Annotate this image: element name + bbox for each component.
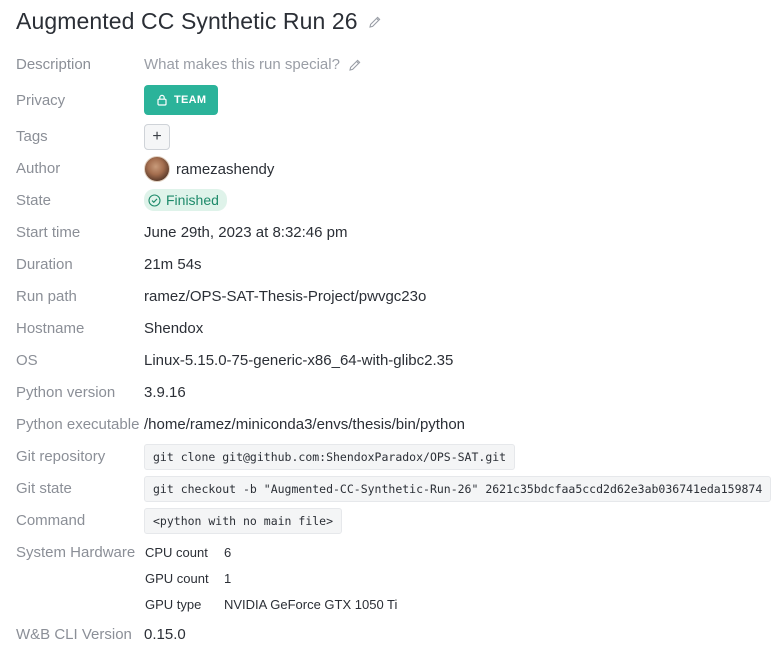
description-field[interactable]: What makes this run special? [144, 56, 362, 73]
git-state-label: Git state [16, 480, 72, 497]
run-path-label: Run path [16, 288, 77, 305]
start-time-label: Start time [16, 224, 81, 241]
os-label: OS [16, 352, 38, 369]
python-executable-value: /home/ramez/miniconda3/envs/thesis/bin/p… [144, 416, 466, 433]
git-repository-value: git clone git@github.com:ShendoxParadox/… [144, 444, 516, 470]
system-hardware-label: System Hardware [16, 544, 136, 561]
state-value: Finished [144, 189, 227, 211]
run-title-row: Augmented CC Synthetic Run 26 [16, 8, 382, 35]
privacy-team-label: TEAM [174, 94, 207, 106]
description-label: Description [16, 56, 92, 73]
duration-label: Duration [16, 256, 73, 273]
python-version-value: 3.9.16 [144, 384, 186, 401]
command-code[interactable]: <python with no main file> [144, 508, 343, 534]
tags-value: + [144, 124, 170, 150]
cpu-count-label: CPU count [145, 545, 208, 560]
wandb-cli-version-value: 0.15.0 [144, 626, 186, 643]
gpu-count-value: 1 [224, 571, 232, 586]
python-version-label: Python version [16, 384, 116, 401]
check-circle-icon [148, 193, 161, 207]
description-placeholder[interactable]: What makes this run special? [144, 56, 340, 73]
duration-value: 21m 54s [144, 256, 202, 273]
git-state-code[interactable]: git checkout -b "Augmented-CC-Synthetic-… [144, 476, 772, 502]
privacy-value: TEAM [144, 85, 219, 115]
privacy-label: Privacy [16, 92, 66, 109]
gpu-type-value: NVIDIA GeForce GTX 1050 Ti [224, 597, 398, 612]
state-text: Finished [166, 192, 219, 208]
git-repository-label: Git repository [16, 448, 106, 465]
wandb-cli-version-label: W&B CLI Version [16, 626, 132, 643]
git-state-value: git checkout -b "Augmented-CC-Synthetic-… [144, 476, 772, 502]
author-value: ramezashendy [144, 156, 274, 182]
os-value: Linux-5.15.0-75-generic-x86_64-with-glib… [144, 352, 454, 369]
python-executable-label: Python executable [16, 416, 140, 433]
run-title: Augmented CC Synthetic Run 26 [16, 8, 358, 34]
start-time-value: June 29th, 2023 at 8:32:46 pm [144, 224, 348, 241]
lock-icon [157, 94, 167, 106]
privacy-team-button[interactable]: TEAM [144, 85, 219, 115]
gpu-type-label: GPU type [145, 597, 202, 612]
author-name[interactable]: ramezashendy [176, 161, 274, 178]
hostname-label: Hostname [16, 320, 85, 337]
status-badge: Finished [144, 189, 227, 211]
git-repository-code[interactable]: git clone git@github.com:ShendoxParadox/… [144, 444, 516, 470]
command-value: <python with no main file> [144, 508, 343, 534]
cpu-count-value: 6 [224, 545, 232, 560]
hostname-value: Shendox [144, 320, 204, 337]
gpu-count-label: GPU count [145, 571, 209, 586]
state-label: State [16, 192, 52, 209]
run-path-value: ramez/OPS-SAT-Thesis-Project/pwvgc23o [144, 288, 427, 305]
pencil-icon[interactable] [348, 58, 362, 72]
add-tag-button[interactable]: + [144, 124, 170, 150]
tags-label: Tags [16, 128, 48, 145]
pencil-icon[interactable] [368, 15, 382, 29]
author-label: Author [16, 160, 61, 177]
command-label: Command [16, 512, 86, 529]
avatar[interactable] [144, 156, 170, 182]
